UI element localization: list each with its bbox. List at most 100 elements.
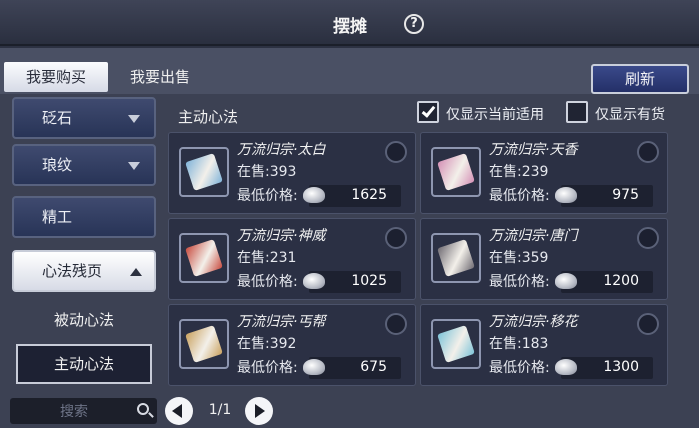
price-box: 975 (555, 185, 653, 207)
subitem-active-skill[interactable]: 主动心法 (16, 344, 152, 384)
item-card[interactable]: 万流归宗·唐门 在售:359 最低价格: 1200 (420, 218, 668, 300)
item-stock: 在售:183 (489, 333, 548, 353)
prev-page-button[interactable] (165, 397, 193, 425)
stock-value: 231 (269, 250, 297, 266)
item-name: 万流归宗·神威 (237, 228, 326, 244)
price-value: 975 (612, 187, 639, 203)
book-graphic (437, 153, 475, 191)
book-graphic (437, 325, 475, 363)
skill-book-icon (431, 147, 481, 197)
price-value: 1025 (351, 273, 387, 289)
filter-current-checkbox[interactable] (417, 101, 439, 123)
stock-prefix: 在售: (489, 164, 522, 180)
category-xinfa-canye[interactable]: 心法残页 (12, 250, 156, 292)
price-value: 1200 (603, 273, 639, 289)
book-graphic (185, 325, 223, 363)
search-placeholder: 搜索 (60, 404, 88, 420)
category-langwen[interactable]: 琅纹 (12, 144, 156, 186)
category-label: 琅纹 (42, 156, 73, 174)
category-label: 心法残页 (42, 262, 103, 280)
book-graphic (185, 239, 223, 277)
category-label: 精工 (42, 208, 73, 226)
select-radio[interactable] (385, 227, 407, 249)
search-icon[interactable] (137, 403, 149, 415)
select-radio[interactable] (385, 313, 407, 335)
tab-sell[interactable]: 我要出售 (108, 62, 212, 92)
item-name: 万流归宗·移花 (489, 314, 578, 330)
stock-prefix: 在售: (237, 250, 270, 266)
category-biansi[interactable]: 砭石 (12, 97, 156, 139)
skill-book-icon (431, 233, 481, 283)
help-icon[interactable]: ? (404, 14, 424, 34)
chevron-down-icon (128, 115, 140, 123)
price-value: 1625 (351, 187, 387, 203)
silver-ingot-icon (303, 273, 325, 289)
skill-book-icon (179, 233, 229, 283)
refresh-button[interactable]: 刷新 (591, 64, 689, 94)
stock-value: 239 (521, 164, 549, 180)
price-label: 最低价格: (237, 360, 298, 376)
select-radio[interactable] (637, 227, 659, 249)
price-box: 1625 (303, 185, 401, 207)
select-radio[interactable] (637, 313, 659, 335)
item-name: 万流归宗·太白 (237, 142, 326, 158)
item-card[interactable]: 万流归宗·丐帮 在售:392 最低价格: 675 (168, 304, 416, 386)
item-stock: 在售:231 (237, 247, 296, 267)
stock-prefix: 在售: (489, 250, 522, 266)
item-card[interactable]: 万流归宗·神威 在售:231 最低价格: 1025 (168, 218, 416, 300)
item-card[interactable]: 万流归宗·移花 在售:183 最低价格: 1300 (420, 304, 668, 386)
item-name: 万流归宗·天香 (489, 142, 578, 158)
price-value: 675 (360, 359, 387, 375)
category-jinggong[interactable]: 精工 (12, 196, 156, 238)
silver-ingot-icon (303, 359, 325, 375)
skill-book-icon (179, 319, 229, 369)
filter-stock-checkbox[interactable] (566, 101, 588, 123)
skill-book-icon (179, 147, 229, 197)
price-box: 1025 (303, 271, 401, 293)
search-input[interactable]: 搜索 (10, 398, 157, 424)
skill-book-icon (431, 319, 481, 369)
item-stock: 在售:392 (237, 333, 296, 353)
item-stock: 在售:239 (489, 161, 548, 181)
price-label: 最低价格: (237, 274, 298, 290)
select-radio[interactable] (637, 141, 659, 163)
item-name: 万流归宗·唐门 (489, 228, 578, 244)
book-graphic (185, 153, 223, 191)
price-label: 最低价格: (237, 188, 298, 204)
price-label: 最低价格: (489, 188, 550, 204)
item-card[interactable]: 万流归宗·太白 在售:393 最低价格: 1625 (168, 132, 416, 214)
silver-ingot-icon (555, 359, 577, 375)
category-label: 砭石 (42, 109, 73, 127)
price-value: 1300 (603, 359, 639, 375)
book-graphic (437, 239, 475, 277)
section-title: 主动心法 (178, 108, 239, 126)
stock-value: 393 (269, 164, 297, 180)
top-bar: 摆摊 ? (0, 0, 699, 46)
chevron-up-icon (130, 268, 142, 276)
price-label: 最低价格: (489, 360, 550, 376)
select-radio[interactable] (385, 141, 407, 163)
filter-stock-label: 仅显示有货 (595, 107, 665, 123)
silver-ingot-icon (303, 187, 325, 203)
item-stock: 在售:359 (489, 247, 548, 267)
chevron-down-icon (128, 162, 140, 170)
subitem-passive-skill[interactable]: 被动心法 (16, 300, 152, 340)
price-box: 675 (303, 357, 401, 379)
page-title: 摆摊 (333, 17, 367, 37)
check-icon (421, 103, 436, 118)
price-box: 1200 (555, 271, 653, 293)
stock-prefix: 在售: (489, 336, 522, 352)
price-label: 最低价格: (489, 274, 550, 290)
stock-prefix: 在售: (237, 336, 270, 352)
page-indicator: 1/1 (208, 402, 232, 418)
tab-buy[interactable]: 我要购买 (4, 62, 108, 92)
silver-ingot-icon (555, 187, 577, 203)
next-page-button[interactable] (245, 397, 273, 425)
stock-value: 183 (521, 336, 549, 352)
stock-value: 392 (269, 336, 297, 352)
item-card[interactable]: 万流归宗·天香 在售:239 最低价格: 975 (420, 132, 668, 214)
silver-ingot-icon (555, 273, 577, 289)
item-stock: 在售:393 (237, 161, 296, 181)
price-box: 1300 (555, 357, 653, 379)
filter-current-label: 仅显示当前适用 (446, 107, 544, 123)
